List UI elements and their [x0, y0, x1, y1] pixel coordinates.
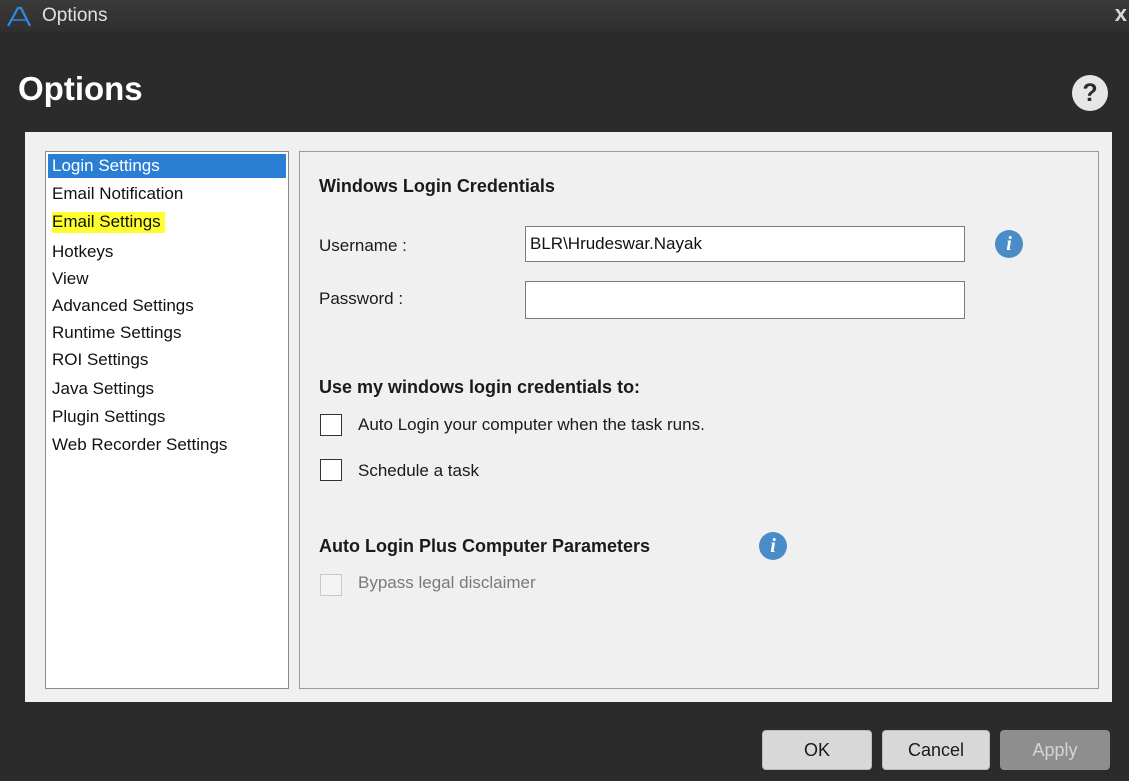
username-input[interactable]	[525, 226, 965, 262]
content-area: Login Settings Email Notification Email …	[25, 132, 1112, 702]
ok-button[interactable]: OK	[762, 730, 872, 770]
nav-item-runtime-settings[interactable]: Runtime Settings	[48, 321, 286, 345]
title-bar: Options x	[0, 0, 1129, 32]
apply-button[interactable]: Apply	[1000, 730, 1110, 770]
app-logo-icon	[6, 6, 34, 33]
bypass-disclaimer-checkbox[interactable]	[320, 574, 342, 596]
page-title: Options	[18, 70, 143, 107]
window-title: Options	[42, 5, 108, 26]
bypass-disclaimer-label: Bypass legal disclaimer	[358, 573, 536, 592]
help-icon[interactable]: ?	[1072, 75, 1108, 111]
cancel-button[interactable]: Cancel	[882, 730, 990, 770]
nav-item-view[interactable]: View	[48, 267, 286, 291]
settings-nav-list: Login Settings Email Notification Email …	[45, 151, 289, 689]
params-section-title: Auto Login Plus Computer Parameters	[319, 536, 651, 556]
auto-login-label: Auto Login your computer when the task r…	[358, 415, 705, 434]
auto-login-checkbox[interactable]	[320, 414, 342, 436]
schedule-task-label: Schedule a task	[358, 461, 479, 480]
password-input[interactable]	[525, 281, 965, 319]
nav-item-email-notification[interactable]: Email Notification	[48, 182, 286, 206]
nav-item-advanced-settings[interactable]: Advanced Settings	[48, 294, 286, 318]
username-label: Username :	[319, 236, 407, 255]
nav-item-java-settings[interactable]: Java Settings	[48, 377, 286, 401]
schedule-task-checkbox[interactable]	[320, 459, 342, 481]
nav-item-plugin-settings[interactable]: Plugin Settings	[48, 405, 286, 429]
close-icon[interactable]: x	[1115, 1, 1127, 27]
params-info-icon[interactable]: i	[759, 532, 787, 560]
nav-item-roi-settings[interactable]: ROI Settings	[48, 348, 286, 372]
credentials-section-title: Windows Login Credentials	[319, 176, 555, 196]
options-window: Options x Options ? Login Settings Email…	[0, 0, 1129, 781]
nav-item-login-settings[interactable]: Login Settings	[48, 154, 286, 178]
login-settings-panel: Windows Login Credentials Username : i P…	[299, 151, 1099, 689]
nav-item-web-recorder-settings[interactable]: Web Recorder Settings	[48, 433, 286, 457]
username-info-icon[interactable]: i	[995, 230, 1023, 258]
nav-item-email-settings[interactable]: Email Settings	[48, 210, 286, 234]
use-credentials-section-title: Use my windows login credentials to:	[319, 377, 641, 397]
password-label: Password :	[319, 289, 404, 308]
nav-item-hotkeys[interactable]: Hotkeys	[48, 240, 286, 264]
